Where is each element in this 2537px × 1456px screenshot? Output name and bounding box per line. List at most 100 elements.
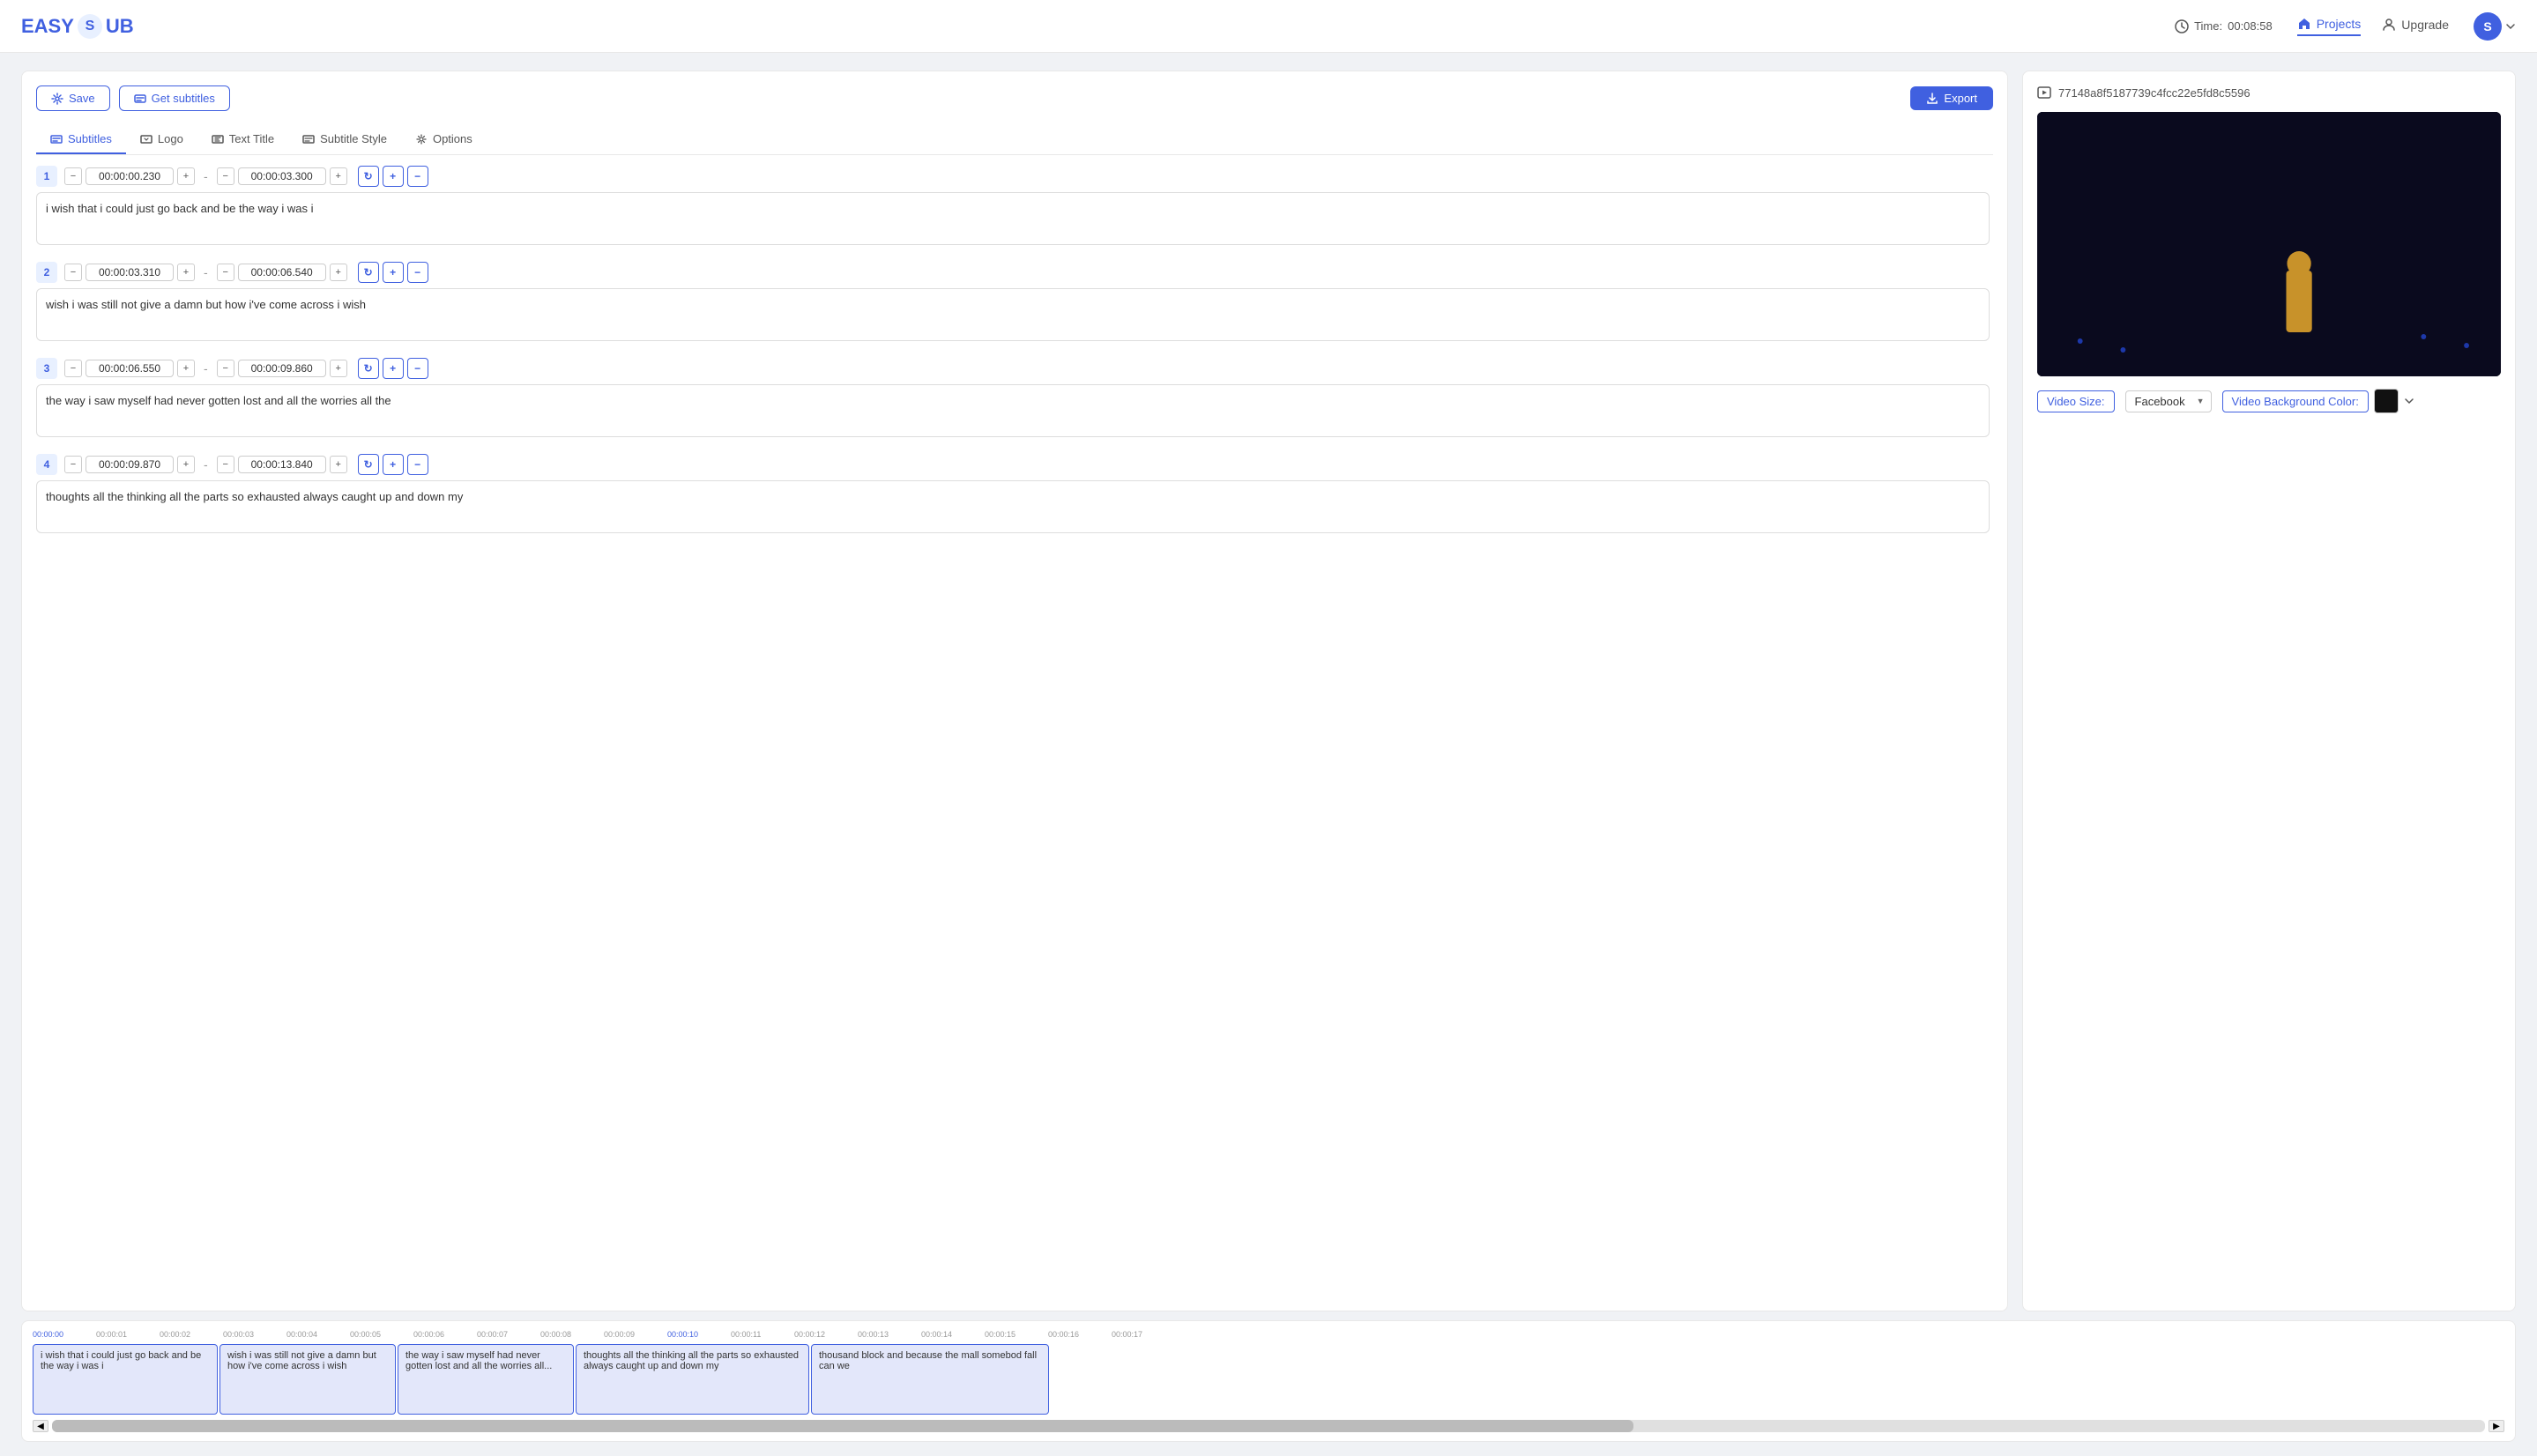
tab-logo[interactable]: Logo <box>126 125 197 154</box>
add-btn-1[interactable]: + <box>383 166 404 187</box>
style-icon <box>302 133 315 145</box>
end-minus-2[interactable]: − <box>217 264 234 281</box>
scroll-track[interactable] <box>52 1420 2485 1432</box>
end-plus-1[interactable]: + <box>330 167 347 185</box>
end-time-4[interactable] <box>238 456 326 473</box>
time-ctrl-end-4: − + <box>217 456 347 473</box>
timeline-area: 00:00:00 00:00:01 00:00:02 00:00:03 00:0… <box>21 1320 2516 1442</box>
start-time-3[interactable] <box>86 360 174 377</box>
save-button[interactable]: Save <box>36 85 110 111</box>
export-button[interactable]: Export <box>1910 86 1993 110</box>
dash-1: - <box>204 169 208 183</box>
timeline-scrollbar: ◀ ▶ <box>33 1420 2504 1432</box>
bg-color-swatch[interactable] <box>2374 389 2399 413</box>
logo-s-badge: S <box>78 14 102 39</box>
start-minus-1[interactable]: − <box>64 167 82 185</box>
add-btn-2[interactable]: + <box>383 262 404 283</box>
start-plus-3[interactable]: + <box>177 360 195 377</box>
track-block-4[interactable]: thoughts all the thinking all the parts … <box>576 1344 809 1415</box>
tick-3: 00:00:03 <box>223 1330 286 1339</box>
settings-icon <box>51 93 63 105</box>
tab-text-title[interactable]: Text Title <box>197 125 288 154</box>
end-minus-4[interactable]: − <box>217 456 234 473</box>
panels-row: Save Get subtitles Export Subtitles <box>0 53 2537 1320</box>
nav-projects[interactable]: Projects <box>2297 17 2362 36</box>
end-time-1[interactable] <box>238 167 326 185</box>
header: EASY S UB Time: 00:08:58 Projects Upgrad… <box>0 0 2537 53</box>
tab-subtitles[interactable]: Subtitles <box>36 125 126 154</box>
end-time-3[interactable] <box>238 360 326 377</box>
tab-options-label: Options <box>433 132 472 145</box>
end-time-2[interactable] <box>238 264 326 281</box>
subtitle-text-3[interactable]: the way i saw myself had never gotten lo… <box>36 384 1990 437</box>
add-btn-3[interactable]: + <box>383 358 404 379</box>
tab-subtitle-style[interactable]: Subtitle Style <box>288 125 401 154</box>
track-block-1[interactable]: i wish that i could just go back and be … <box>33 1344 218 1415</box>
refresh-btn-2[interactable]: ↻ <box>358 262 379 283</box>
video-title-row: 77148a8f5187739c4fcc22e5fd8c5596 <box>2037 85 2501 100</box>
chevron-down-icon <box>2505 21 2516 32</box>
toolbar-left: Save Get subtitles <box>36 85 230 111</box>
main-wrapper: Save Get subtitles Export Subtitles <box>0 53 2537 1456</box>
start-time-2[interactable] <box>86 264 174 281</box>
end-plus-2[interactable]: + <box>330 264 347 281</box>
subtitle-text-4[interactable]: thoughts all the thinking all the parts … <box>36 480 1990 533</box>
start-plus-2[interactable]: + <box>177 264 195 281</box>
tick-4: 00:00:04 <box>286 1330 350 1339</box>
subtitle-text-1[interactable]: i wish that i could just go back and be … <box>36 192 1990 245</box>
time-ctrl-start-2: − + <box>64 264 195 281</box>
track-block-5[interactable]: thousand block and because the mall some… <box>811 1344 1049 1415</box>
remove-btn-4[interactable]: − <box>407 454 428 475</box>
action-btns-2: ↻ + − <box>358 262 428 283</box>
scroll-right-btn[interactable]: ▶ <box>2489 1420 2504 1432</box>
avatar: S <box>2474 12 2502 41</box>
start-minus-2[interactable]: − <box>64 264 82 281</box>
bg-color-row: Video Background Color: <box>2222 389 2414 413</box>
logo: EASY S UB <box>21 14 134 39</box>
subtitle-item-4: 4 − + - − + ↻ <box>36 454 1990 536</box>
tab-options[interactable]: Options <box>401 125 487 154</box>
refresh-btn-1[interactable]: ↻ <box>358 166 379 187</box>
timeline-ruler: 00:00:00 00:00:01 00:00:02 00:00:03 00:0… <box>33 1330 2504 1339</box>
add-btn-4[interactable]: + <box>383 454 404 475</box>
refresh-btn-4[interactable]: ↻ <box>358 454 379 475</box>
right-panel: 77148a8f5187739c4fcc22e5fd8c5596 <box>2022 71 2516 1311</box>
tick-15: 00:00:15 <box>985 1330 1048 1339</box>
time-display: Time: 00:08:58 <box>2175 19 2273 33</box>
tick-12: 00:00:12 <box>794 1330 858 1339</box>
tab-subtitles-label: Subtitles <box>68 132 112 145</box>
end-plus-4[interactable]: + <box>330 456 347 473</box>
subtitles-icon <box>134 93 146 105</box>
start-plus-1[interactable]: + <box>177 167 195 185</box>
export-label: Export <box>1944 92 1977 105</box>
refresh-btn-3[interactable]: ↻ <box>358 358 379 379</box>
start-minus-4[interactable]: − <box>64 456 82 473</box>
video-size-select[interactable]: Facebook YouTube Instagram Twitter Custo… <box>2125 390 2212 412</box>
nav-upgrade[interactable]: Upgrade <box>2382 18 2449 35</box>
subtitle-text-2[interactable]: wish i was still not give a damn but how… <box>36 288 1990 341</box>
track-block-2[interactable]: wish i was still not give a damn but how… <box>219 1344 396 1415</box>
tick-13: 00:00:13 <box>858 1330 921 1339</box>
remove-btn-1[interactable]: − <box>407 166 428 187</box>
end-plus-3[interactable]: + <box>330 360 347 377</box>
header-nav: Projects Upgrade <box>2297 17 2449 36</box>
avatar-menu[interactable]: S <box>2474 12 2516 41</box>
get-subtitles-button[interactable]: Get subtitles <box>119 85 230 111</box>
scroll-left-btn[interactable]: ◀ <box>33 1420 48 1432</box>
start-time-4[interactable] <box>86 456 174 473</box>
remove-btn-2[interactable]: − <box>407 262 428 283</box>
remove-btn-3[interactable]: − <box>407 358 428 379</box>
end-minus-1[interactable]: − <box>217 167 234 185</box>
time-ctrl-start-1: − + <box>64 167 195 185</box>
start-minus-3[interactable]: − <box>64 360 82 377</box>
logo-ub: UB <box>106 15 134 38</box>
track-text-1: i wish that i could just go back and be … <box>41 1350 210 1371</box>
time-label: Time: <box>2194 19 2222 33</box>
tick-8: 00:00:08 <box>540 1330 604 1339</box>
start-time-1[interactable] <box>86 167 174 185</box>
start-plus-4[interactable]: + <box>177 456 195 473</box>
subtitle-row-2: 2 − + - − + ↻ <box>36 262 1990 283</box>
end-minus-3[interactable]: − <box>217 360 234 377</box>
subtitle-row-3: 3 − + - − + ↻ <box>36 358 1990 379</box>
track-block-3[interactable]: the way i saw myself had never gotten lo… <box>398 1344 574 1415</box>
